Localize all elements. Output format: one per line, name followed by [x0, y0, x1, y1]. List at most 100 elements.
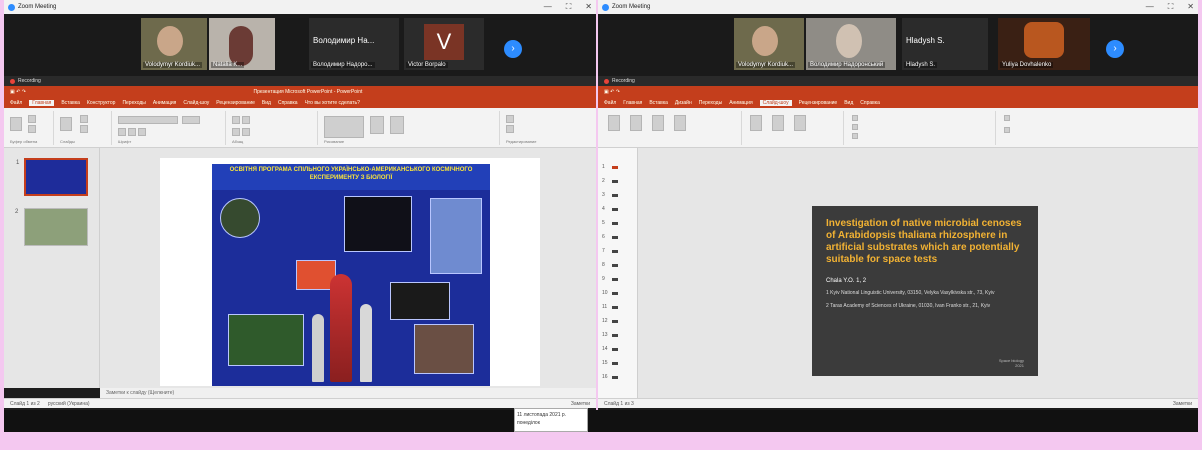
- tab-home[interactable]: Главная: [29, 100, 55, 106]
- poster-photo: [390, 282, 450, 320]
- checkbox[interactable]: [852, 133, 858, 139]
- participant-tile[interactable]: Yuliya Dovhalenko: [998, 18, 1090, 70]
- ribbon-slideshow: [598, 108, 1198, 148]
- minimize-button[interactable]: —: [1146, 2, 1154, 12]
- slide-affiliation: 1 Kyiv National Linguistic University, 0…: [826, 290, 995, 296]
- quick-styles-icon[interactable]: [390, 116, 404, 134]
- poster-emblem: [220, 198, 260, 238]
- find-icon[interactable]: [506, 115, 514, 123]
- tab-review[interactable]: Рецензирование: [216, 100, 255, 106]
- participant-tile[interactable]: Володимир На... Володимир Надоро...: [309, 18, 399, 70]
- tab-design[interactable]: Конструктор: [87, 100, 116, 106]
- tab-view[interactable]: Вид: [262, 100, 271, 106]
- align-left-icon[interactable]: [232, 128, 240, 136]
- poster-photo: [414, 324, 474, 374]
- setup-show-icon[interactable]: [750, 115, 762, 131]
- ribbon-tabs: Файл Главная Вставка Дизайн Переходы Ани…: [598, 98, 1198, 108]
- tab-animations[interactable]: Анимация: [153, 100, 176, 106]
- ribbon-group-editing: Редактирование: [502, 111, 592, 145]
- record-icon: [10, 78, 15, 84]
- next-page-button[interactable]: ›: [504, 40, 522, 58]
- window-title: Zoom Meeting: [612, 4, 651, 10]
- align-center-icon[interactable]: [242, 128, 250, 136]
- avatar: V: [424, 24, 464, 60]
- tell-me-search[interactable]: Что вы хотите сделать?: [305, 100, 360, 106]
- from-current-icon[interactable]: [630, 115, 642, 131]
- notes-pane[interactable]: Заметки к слайду (Щелкните): [100, 388, 596, 398]
- tab-file[interactable]: Файл: [10, 100, 22, 106]
- underline-icon[interactable]: [138, 128, 146, 136]
- arrange-icon[interactable]: [370, 116, 384, 134]
- participant-tile[interactable]: Volodymyr Kordiuk...: [141, 18, 207, 70]
- tab-review[interactable]: Рецензирование: [799, 100, 838, 106]
- tab-help[interactable]: Справка: [278, 100, 298, 106]
- tab-slideshow[interactable]: Слайд-шоу: [183, 100, 209, 106]
- bold-icon[interactable]: [118, 128, 126, 136]
- bullets-icon[interactable]: [232, 116, 240, 124]
- checkbox[interactable]: [1004, 127, 1010, 133]
- participant-tile[interactable]: V Victor Borpalo: [404, 18, 484, 70]
- paste-icon[interactable]: [10, 117, 22, 131]
- notes-toggle[interactable]: Заметки: [1173, 401, 1192, 407]
- custom-show-icon[interactable]: [674, 115, 686, 131]
- tab-insert[interactable]: Вставка: [649, 100, 668, 106]
- tab-transitions[interactable]: Переходы: [122, 100, 145, 106]
- notes-toggle[interactable]: Заметки: [571, 401, 590, 407]
- quick-access-toolbar[interactable]: ▣ ↶ ↷: [604, 89, 620, 95]
- present-online-icon[interactable]: [652, 115, 664, 131]
- tab-slideshow[interactable]: Слайд-шоу: [759, 100, 792, 106]
- language-indicator[interactable]: русский (Украина): [48, 401, 90, 407]
- participant-tile[interactable]: Hladysh S. Hladysh S.: [902, 18, 988, 70]
- ribbon-home: Буфер обмена Слайды Шрифт Абзац Рисовани…: [4, 108, 596, 148]
- participant-tile[interactable]: Volodymyr Kordiuk...: [734, 18, 804, 70]
- minimize-button[interactable]: —: [544, 2, 552, 12]
- font-size-select[interactable]: [182, 116, 200, 124]
- maximize-button[interactable]: ⛶: [1168, 2, 1174, 12]
- participant-face: [157, 26, 183, 56]
- quick-access-toolbar[interactable]: ▣ ↶ ↷: [10, 89, 26, 95]
- font-name-select[interactable]: [118, 116, 178, 124]
- ribbon-group-start: [602, 111, 742, 145]
- tab-design[interactable]: Дизайн: [675, 100, 692, 106]
- tab-help[interactable]: Справка: [860, 100, 880, 106]
- ribbon-group-clipboard: Буфер обмена: [6, 111, 54, 145]
- ribbon-group-options: [846, 111, 996, 145]
- reset-icon[interactable]: [80, 125, 88, 133]
- next-page-button[interactable]: ›: [1106, 40, 1124, 58]
- from-beginning-icon[interactable]: [608, 115, 620, 131]
- zoom-titlebar-right: Zoom Meeting — ⛶ ✕: [598, 0, 1198, 14]
- participant-tile[interactable]: Natalia K...: [209, 18, 275, 70]
- cut-icon[interactable]: [28, 115, 36, 123]
- zoom-titlebar-left: Zoom Meeting — ⛶ ✕: [4, 0, 596, 14]
- recording-indicator: Recording: [4, 76, 596, 86]
- checkbox[interactable]: [852, 115, 858, 121]
- italic-icon[interactable]: [128, 128, 136, 136]
- checkbox[interactable]: [852, 124, 858, 130]
- numbering-icon[interactable]: [242, 116, 250, 124]
- slide-counter: Слайд 1 из 3: [604, 400, 634, 407]
- participant-tile[interactable]: Володимир Надоронський: [806, 18, 896, 70]
- replace-icon[interactable]: [506, 125, 514, 133]
- hide-slide-icon[interactable]: [772, 115, 784, 131]
- shapes-gallery[interactable]: [324, 116, 364, 138]
- rehearse-timings-icon[interactable]: [794, 115, 806, 131]
- copy-icon[interactable]: [28, 125, 36, 133]
- close-button[interactable]: ✕: [585, 2, 592, 12]
- slide-thumbnail[interactable]: 2: [15, 208, 88, 246]
- layout-icon[interactable]: [80, 115, 88, 123]
- slide-thumbnail[interactable]: 1: [16, 158, 88, 196]
- slide-counter: Слайд 1 из 2: [10, 400, 40, 407]
- tab-transitions[interactable]: Переходы: [699, 100, 722, 106]
- tab-file[interactable]: Файл: [604, 100, 616, 106]
- checkbox[interactable]: [1004, 115, 1010, 121]
- participant-gallery: Volodymyr Kordiuk... Natalia K... Володи…: [4, 14, 596, 76]
- new-slide-icon[interactable]: [60, 117, 72, 131]
- tab-animations[interactable]: Анимация: [729, 100, 752, 106]
- maximize-button[interactable]: ⛶: [566, 2, 572, 12]
- tab-home[interactable]: Главная: [623, 100, 642, 106]
- close-button[interactable]: ✕: [1187, 2, 1194, 12]
- slide-canvas[interactable]: Investigation of native microbial cenose…: [812, 206, 1038, 376]
- slide-canvas[interactable]: Освітня програма спільного українсько-ам…: [160, 158, 540, 386]
- tab-view[interactable]: Вид: [844, 100, 853, 106]
- tab-insert[interactable]: Вставка: [61, 100, 80, 106]
